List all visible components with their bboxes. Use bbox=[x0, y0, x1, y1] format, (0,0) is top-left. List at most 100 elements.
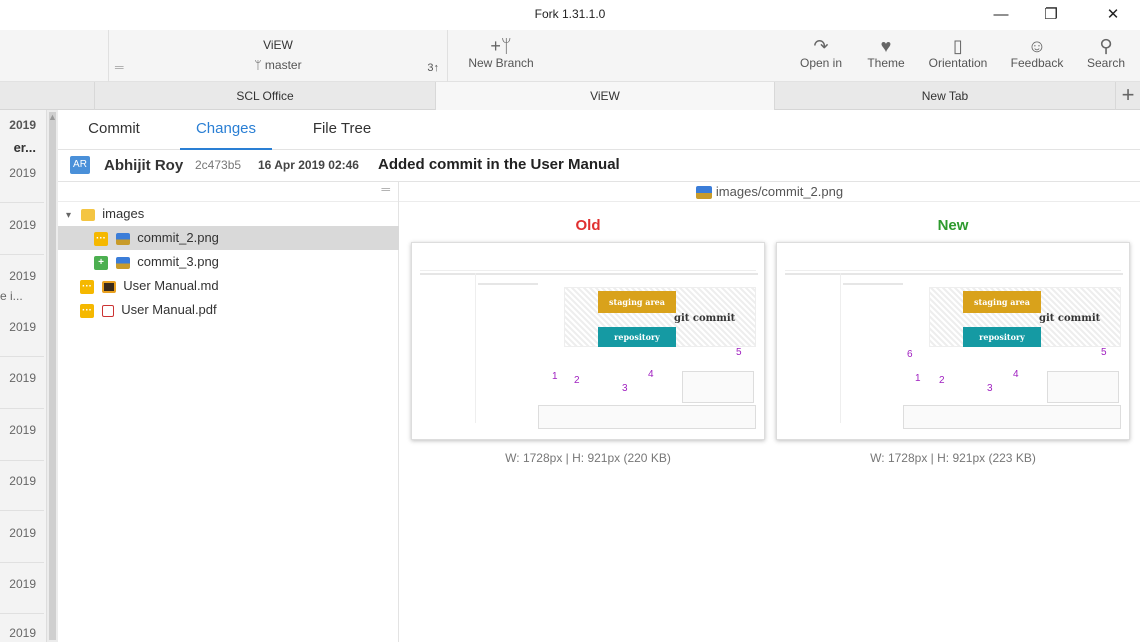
file-row[interactable]: ··· User Manual.pdf bbox=[58, 298, 399, 322]
list-item[interactable]: 2019 bbox=[0, 474, 40, 488]
divider bbox=[0, 356, 44, 357]
divider bbox=[0, 460, 44, 461]
ahead-count: 3↑ bbox=[427, 62, 439, 74]
search-button[interactable]: ⚲ Search bbox=[1082, 30, 1130, 82]
toolbar: ═ ViEW ᛘ master 3↑ +ᛘ New Branch ↷ Open … bbox=[0, 30, 1140, 82]
theme-button[interactable]: ♥ Theme bbox=[862, 30, 910, 82]
tab-scl-office[interactable]: SCL Office bbox=[95, 82, 436, 110]
file-name: User Manual.pdf bbox=[121, 302, 217, 317]
add-tab-button[interactable]: + bbox=[1116, 82, 1140, 110]
file-row[interactable]: ··· User Manual.md bbox=[58, 274, 399, 298]
commit-message: Added commit in the User Manual bbox=[378, 156, 620, 173]
old-image-preview: staging area git commit repository 1 2 3… bbox=[411, 242, 765, 440]
commit-sha[interactable]: 2c473b5 bbox=[195, 158, 241, 172]
orientation-icon: ▯ bbox=[953, 36, 963, 56]
list-item[interactable]: 2019 bbox=[0, 423, 40, 437]
mini-git-commit: git commit bbox=[674, 313, 736, 324]
mini-row bbox=[843, 283, 903, 285]
minimize-button[interactable]: — bbox=[986, 4, 1016, 26]
feedback-icon: ☺ bbox=[1027, 36, 1047, 56]
mini-sidebar bbox=[785, 273, 841, 423]
drag-handle-icon[interactable]: ═ bbox=[381, 182, 390, 196]
tab-view[interactable]: ViEW bbox=[436, 82, 775, 110]
mini-num: 2 bbox=[574, 375, 580, 386]
folder-icon bbox=[80, 208, 95, 221]
commit-header: AR Abhijit Roy 2c473b5 16 Apr 2019 02:46… bbox=[58, 150, 1140, 182]
repository-selector[interactable]: ═ ViEW ᛘ master 3↑ bbox=[108, 30, 448, 82]
mini-num: 3 bbox=[622, 383, 628, 394]
list-item[interactable]: er... bbox=[0, 140, 40, 155]
open-in-icon: ↷ bbox=[813, 36, 829, 56]
file-row[interactable]: + commit_3.png bbox=[58, 250, 399, 274]
new-image-dimensions: W: 1728px | H: 921px (223 KB) bbox=[870, 451, 1036, 465]
divider bbox=[0, 562, 44, 563]
modified-badge-icon: ··· bbox=[80, 303, 94, 318]
modified-badge-icon: ··· bbox=[94, 231, 108, 246]
mini-sidebar bbox=[420, 273, 476, 423]
divider bbox=[0, 254, 44, 255]
open-in-button[interactable]: ↷ Open in bbox=[795, 30, 847, 82]
orientation-label: Orientation bbox=[928, 56, 988, 70]
theme-icon: ♥ bbox=[880, 36, 892, 56]
current-branch[interactable]: ᛘ master bbox=[109, 58, 447, 72]
list-item[interactable]: e i... bbox=[0, 289, 40, 303]
markdown-file-icon bbox=[101, 280, 116, 293]
tab-commit[interactable]: Commit bbox=[72, 110, 156, 150]
repository-tabs: SCL Office ViEW New Tab + bbox=[0, 82, 1140, 110]
mini-num: 3 bbox=[987, 383, 993, 394]
open-in-label: Open in bbox=[799, 56, 843, 70]
folder-row[interactable]: ▾ images bbox=[58, 202, 399, 226]
pdf-file-icon bbox=[101, 304, 114, 317]
new-branch-icon: +ᛘ bbox=[490, 36, 512, 56]
old-label: Old bbox=[575, 217, 601, 234]
tab-changes[interactable]: Changes bbox=[180, 110, 272, 150]
file-row[interactable]: ··· commit_2.png bbox=[58, 226, 399, 250]
mini-panel bbox=[1047, 371, 1119, 403]
list-item[interactable]: 2019 bbox=[0, 320, 40, 334]
mini-num: 4 bbox=[1013, 369, 1019, 380]
scroll-up-icon[interactable]: ▲ bbox=[48, 112, 57, 122]
panel-handle[interactable]: ═ bbox=[58, 182, 398, 202]
chevron-down-icon[interactable]: ▾ bbox=[66, 210, 71, 221]
new-branch-label: New Branch bbox=[468, 56, 534, 70]
close-button[interactable]: ✕ bbox=[1098, 4, 1128, 26]
list-item[interactable]: 2019 bbox=[0, 118, 40, 132]
maximize-button[interactable]: ❐ bbox=[1036, 4, 1066, 26]
search-icon: ⚲ bbox=[1099, 36, 1113, 56]
detail-tabs: Commit Changes File Tree bbox=[58, 110, 1140, 150]
new-branch-button[interactable]: +ᛘ New Branch bbox=[462, 30, 540, 82]
list-item[interactable]: 2019 bbox=[0, 626, 40, 640]
mini-num: 5 bbox=[1101, 347, 1107, 358]
commit-date: 16 Apr 2019 02:46 bbox=[258, 158, 359, 172]
image-file-icon bbox=[695, 186, 712, 200]
mini-panel bbox=[682, 371, 754, 403]
orientation-button[interactable]: ▯ Orientation bbox=[921, 30, 995, 82]
tab-spacer bbox=[0, 82, 95, 110]
list-item[interactable]: 2019 bbox=[0, 577, 40, 591]
theme-label: Theme bbox=[867, 56, 905, 70]
list-item[interactable]: 2019 bbox=[0, 166, 40, 180]
commit-list: 2019 er... 2019 2019 2019 e i... 2019 20… bbox=[0, 110, 46, 642]
new-label: New bbox=[937, 217, 969, 234]
mini-row bbox=[478, 283, 538, 285]
list-item[interactable]: 2019 bbox=[0, 218, 40, 232]
folder-name: images bbox=[102, 206, 145, 221]
tab-file-tree[interactable]: File Tree bbox=[298, 110, 386, 150]
mini-repo: repository bbox=[963, 327, 1041, 347]
list-item[interactable]: 2019 bbox=[0, 526, 40, 540]
scrollbar-thumb[interactable] bbox=[49, 112, 56, 640]
list-item[interactable]: 2019 bbox=[0, 269, 40, 283]
mini-git-commit: git commit bbox=[1039, 313, 1101, 324]
tab-new-tab[interactable]: New Tab bbox=[775, 82, 1116, 110]
feedback-button[interactable]: ☺ Feedback bbox=[1006, 30, 1068, 82]
mini-panel bbox=[903, 405, 1121, 429]
branch-icon: ᛘ bbox=[254, 58, 262, 72]
mini-num: 5 bbox=[736, 347, 742, 358]
mini-toolbar bbox=[785, 249, 1121, 271]
commit-list-scrollbar[interactable]: ▲ bbox=[46, 110, 58, 642]
divider bbox=[0, 510, 44, 511]
list-item[interactable]: 2019 bbox=[0, 371, 40, 385]
search-label: Search bbox=[1086, 56, 1126, 70]
mini-toolbar bbox=[420, 249, 756, 271]
feedback-label: Feedback bbox=[1010, 56, 1064, 70]
